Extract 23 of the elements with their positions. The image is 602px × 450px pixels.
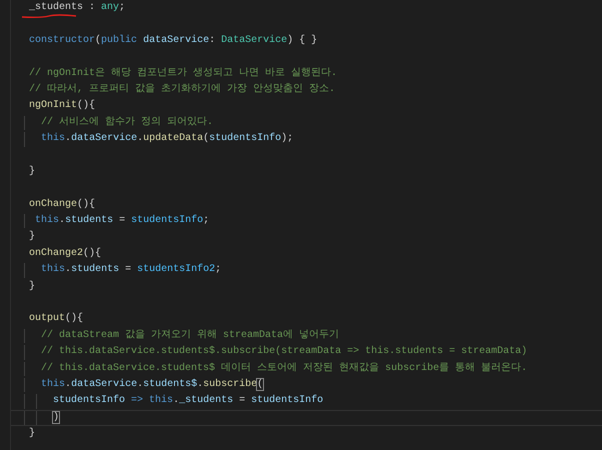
code-line: // ngOnInit은 해당 컴포넌트가 생성되고 나면 바로 실행된다. [29,66,338,81]
code-line: onChange(){ [29,198,96,212]
code-line: // 서비스에 함수가 정의 되어있다. [41,116,214,130]
code-line: this.students = studentsInfo; [35,214,210,228]
code-line: this.dataService.students$.subscribe( [41,378,264,392]
code-line: } [29,427,36,442]
underline-mark [21,13,77,19]
code-line: this.dataService.updateData(studentsInfo); [41,132,294,146]
code-line: // 따라서, 프로퍼티 값을 초기화하기에 가장 안성맞춤인 장소. [29,82,336,97]
code-line: } [29,280,36,294]
code-line: studentsInfo => this._students = studentsInfo [53,394,324,408]
code-line: constructor(public dataService: DataService) { } [29,34,318,48]
code-line: output(){ [29,312,84,326]
code-line: this.students = studentsInfo2; [41,263,222,278]
code-line: // dataStream 값을 가져오기 위해 streamData에 넣어두기 [41,328,340,343]
code-line: ) [53,410,60,425]
code-line: _students : any; [29,1,126,15]
code-line: // this.dataService.students$.subscribe(streamData => this.students = streamData) [41,345,528,360]
code-line: onChange2(){ [29,246,102,261]
code-line: } [29,230,36,244]
code-line: ngOnInit(){ [29,99,96,114]
code-line: // this.dataService.students$ 데이터 스토어에 저장된 현재값을 subscribe를 통해 불러온다. [41,362,528,376]
code-line: } [29,164,36,179]
